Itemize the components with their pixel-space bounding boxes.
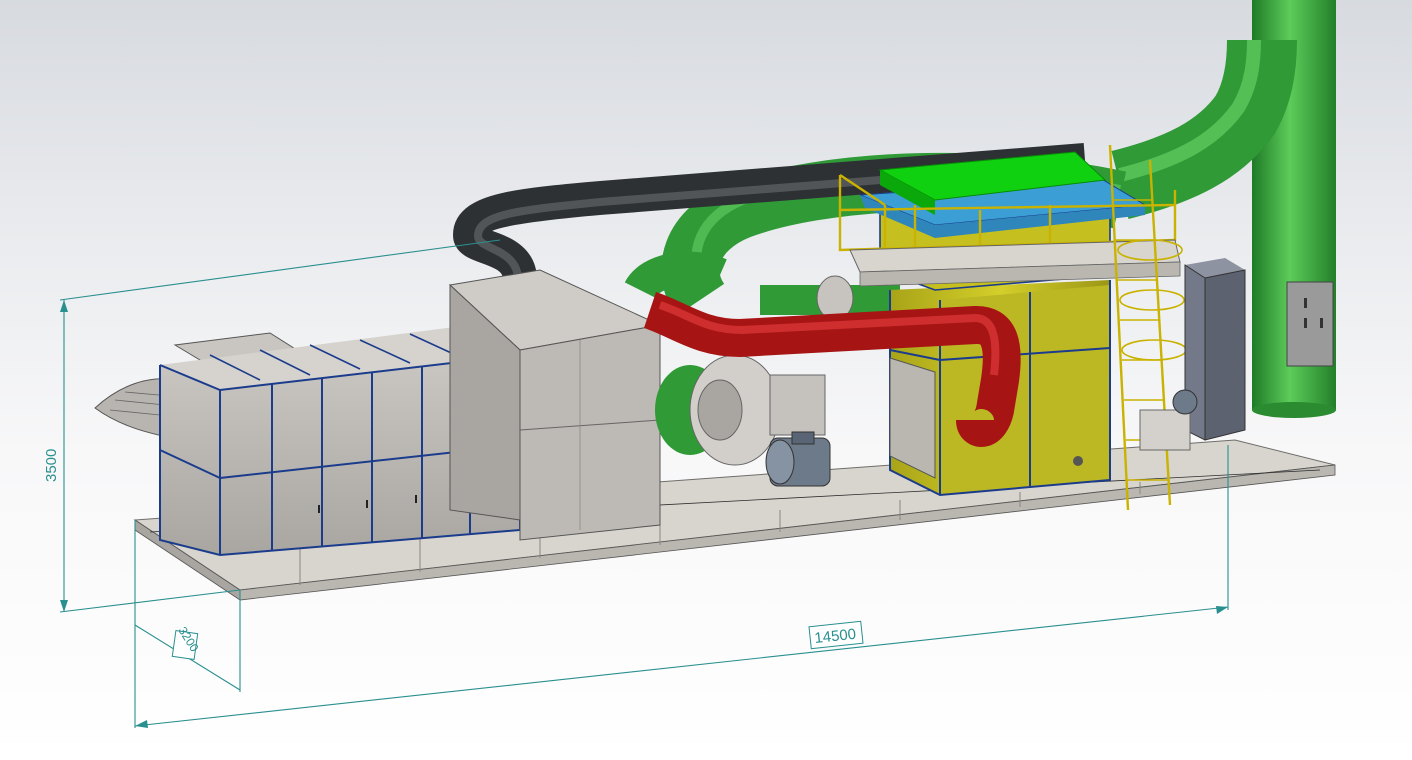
control-cabinet [1139, 258, 1246, 451]
heater-module [448, 269, 662, 541]
height-dimension-label: 3500 [43, 449, 60, 482]
cad-viewport[interactable]: 3500 3200 14500 [0, 0, 1412, 760]
cad-model-drawing[interactable]: 3500 3200 14500 [0, 0, 1412, 760]
